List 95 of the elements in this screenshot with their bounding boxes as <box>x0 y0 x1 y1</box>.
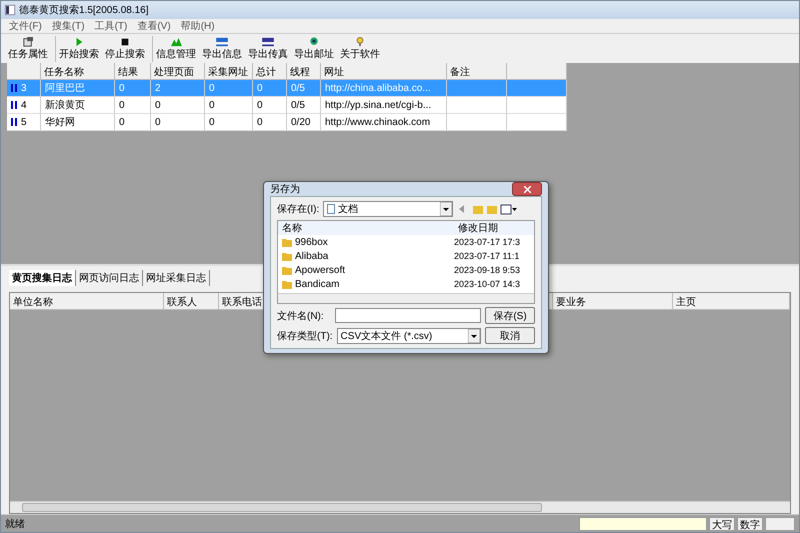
toolbar-button[interactable]: 停止搜索 <box>102 36 148 62</box>
close-icon <box>524 186 530 192</box>
table-cell <box>447 80 507 97</box>
table-cell: 0/20 <box>287 114 321 131</box>
table-cell <box>447 97 507 114</box>
horizontal-scrollbar[interactable] <box>278 293 534 303</box>
toolbar-button[interactable]: 任务属性 <box>5 36 51 62</box>
pause-icon <box>11 101 17 109</box>
modified-date: 2023-07-17 11:1 <box>454 251 520 261</box>
toolbar-button[interactable]: 导出邮址 <box>291 36 337 62</box>
modified-date: 2023-07-17 17:3 <box>454 237 522 247</box>
table-cell: 0 <box>205 97 253 114</box>
triangles-icon <box>169 37 183 47</box>
column-header <box>507 63 567 80</box>
folder-item[interactable]: Bandicam <box>278 278 454 290</box>
table-cell: 阿里巴巴 <box>41 80 115 97</box>
table-cell: 0 <box>253 80 287 97</box>
toolbar-button[interactable]: 导出信息 <box>199 36 245 62</box>
column-header[interactable]: 线程 <box>287 63 321 80</box>
caps-indicator: 大写 <box>709 516 735 530</box>
close-button[interactable] <box>512 182 542 196</box>
column-header[interactable]: 主页 <box>673 293 790 310</box>
filename-field[interactable] <box>334 308 481 323</box>
save-button[interactable]: 保存(S) <box>484 307 535 324</box>
table-cell: 0 <box>151 114 205 131</box>
column-header[interactable]: 备注 <box>447 63 507 80</box>
document-icon <box>327 204 336 214</box>
table-cell: 0 <box>115 114 151 131</box>
dropdown-arrow-icon[interactable] <box>468 328 480 342</box>
column-header[interactable]: 处理页面 <box>151 63 205 80</box>
scroll-thumb[interactable] <box>22 503 542 512</box>
table-cell: 0 <box>205 80 253 97</box>
menu-item[interactable]: 查看(V) <box>137 19 171 33</box>
location-dropdown[interactable]: 文档 <box>323 201 454 217</box>
column-header[interactable]: 任务名称 <box>41 63 115 80</box>
column-header[interactable]: 联系人 <box>164 293 219 310</box>
table-cell: 0 <box>205 114 253 131</box>
table-cell: http://www.chinaok.com <box>321 114 447 131</box>
table-cell: http://yp.sina.net/cgi-b... <box>321 97 447 114</box>
table-cell: 0 <box>151 97 205 114</box>
task-id-cell[interactable]: 4 <box>7 97 41 114</box>
num-indicator: 数字 <box>737 516 763 530</box>
status-text: 就绪 <box>5 518 25 530</box>
table-cell: 新浪黄页 <box>41 97 115 114</box>
cancel-button[interactable]: 取消 <box>485 327 535 344</box>
pause-icon <box>11 84 17 92</box>
table-cell: 2 <box>151 80 205 97</box>
toolbar-button[interactable]: 信息管理 <box>152 36 199 62</box>
menu-item[interactable]: 工具(T) <box>94 19 128 33</box>
column-header[interactable]: 网址 <box>321 63 447 80</box>
table-cell: 0 <box>253 114 287 131</box>
folder-item[interactable]: Alibaba <box>278 250 454 262</box>
table-cell: 0 <box>115 97 151 114</box>
window-title: 德泰黄页搜索1.5[2005.08.16] <box>19 4 149 17</box>
horizontal-scrollbar[interactable] <box>10 501 790 513</box>
table-cell <box>507 114 567 131</box>
menu-item[interactable]: 文件(F) <box>9 19 42 33</box>
filetype-dropdown[interactable]: CSV文本文件 (*.csv) <box>336 328 482 344</box>
folder-item[interactable]: 996box <box>278 236 454 248</box>
table-cell: 0/5 <box>287 80 321 97</box>
filename-label: 文件名(N): <box>277 310 325 322</box>
app-icon <box>5 5 15 15</box>
dialog-title: 另存为 <box>270 182 300 196</box>
table-cell <box>507 97 567 114</box>
table-cell: http://china.alibaba.co... <box>321 80 447 97</box>
column-header[interactable]: 采集网址 <box>205 63 253 80</box>
toolbar-button[interactable]: 导出传真 <box>245 36 291 62</box>
filetype-label: 保存类型(T): <box>277 330 333 342</box>
modified-date: 2023-10-07 14:3 <box>454 279 522 289</box>
nav-toolbar-icon[interactable] <box>457 203 518 215</box>
column-header[interactable]: 总计 <box>253 63 287 80</box>
column-header[interactable]: 修改日期 <box>454 221 524 235</box>
dropdown-arrow-icon[interactable] <box>440 202 452 216</box>
log-tab[interactable]: 黄页搜集日志 <box>9 270 76 286</box>
task-id-cell[interactable]: 5 <box>7 114 41 131</box>
column-header <box>7 63 41 80</box>
column-header[interactable]: 单位名称 <box>10 293 164 310</box>
toolbar-button[interactable]: 关于软件 <box>337 36 383 62</box>
table-cell: 0/5 <box>287 97 321 114</box>
window-icon <box>21 37 35 47</box>
save-in-label: 保存在(I): <box>277 203 320 216</box>
modified-date: 2023-09-18 9:53 <box>454 265 522 275</box>
table-cell: 华好网 <box>41 114 115 131</box>
toolbar-button[interactable]: 开始搜索 <box>55 36 102 62</box>
menu-item[interactable]: 帮助(H) <box>180 19 215 33</box>
column-header[interactable]: 结果 <box>115 63 151 80</box>
column-header[interactable]: 名称 <box>278 221 454 235</box>
table-cell: 0 <box>115 80 151 97</box>
column-header[interactable]: 要业务 <box>553 293 673 310</box>
folder-item[interactable]: Apowersoft <box>278 264 454 276</box>
menu-item[interactable]: 搜集(T) <box>52 19 85 33</box>
table-cell <box>507 80 567 97</box>
table-cell <box>447 114 507 131</box>
table-cell: 0 <box>253 97 287 114</box>
pause-icon <box>11 118 17 126</box>
